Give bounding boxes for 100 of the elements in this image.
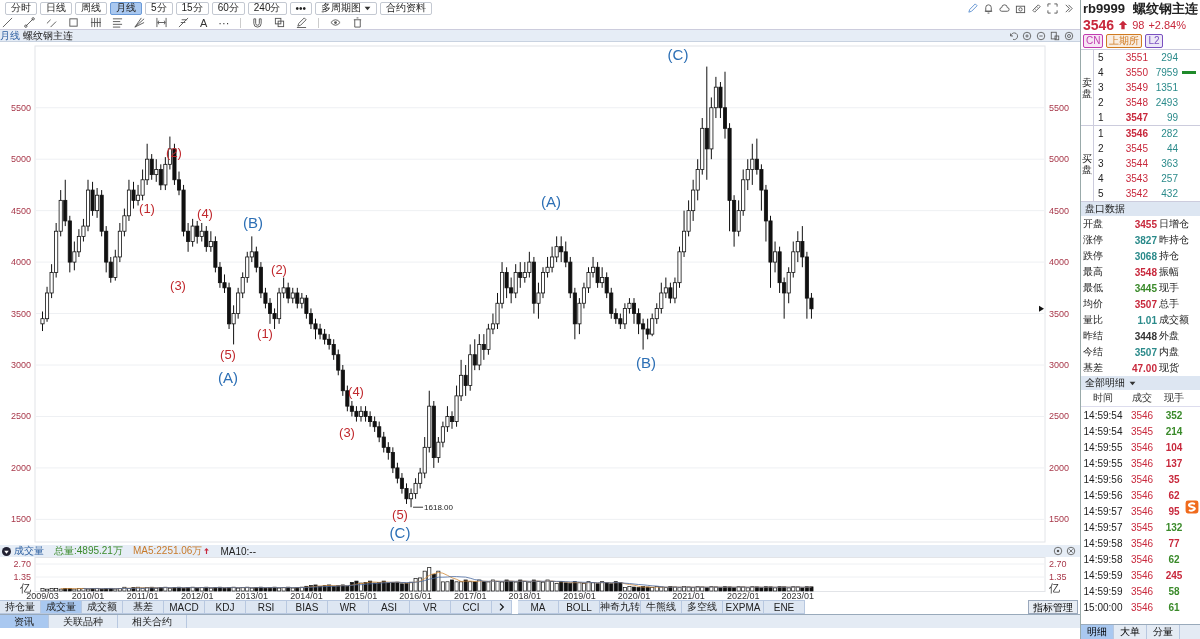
wave-label: (3) [339,425,355,440]
period-tab[interactable]: 240分 [247,1,287,15]
detail-tab[interactable]: 大单 [1114,625,1147,639]
axis-label: 3000 [10,360,31,370]
wave-label: (5) [220,347,236,362]
indicator-tab[interactable]: WR [328,600,369,614]
contract-name: 螺纹钢主连 [1132,0,1198,18]
overlay-tab[interactable]: BOLL [559,600,600,614]
segment-icon[interactable] [24,17,35,28]
indicator-tab[interactable]: 成交额 [82,600,123,614]
trade-time: 14:59:54 [1082,425,1124,437]
candlestick [659,282,664,315]
level-number: 2 [1098,97,1105,108]
tag-icon[interactable] [1031,2,1042,14]
bottom-tab[interactable]: 关联品种 [49,615,118,628]
bars-icon[interactable] [90,17,101,28]
pencil-icon[interactable] [296,17,308,28]
detail-tab[interactable]: 分量 [1147,625,1180,639]
more-tools[interactable]: ··· [218,16,230,29]
detail-tab[interactable]: 明细 [1081,625,1114,639]
contract-info-button[interactable]: 合约资料 [380,1,432,15]
caret-icon[interactable] [1129,379,1136,387]
indicator-tab[interactable]: CCI [451,600,492,614]
order-price: 3542 [1124,188,1148,199]
trash-icon[interactable] [352,17,364,28]
bell-icon[interactable] [983,2,994,14]
overlay-tab[interactable]: 神奇九转 [600,600,641,614]
up-arrow-icon [203,546,211,556]
stat-value: 3548 [1134,266,1157,278]
indicator-tab[interactable]: VR [410,600,451,614]
order-price: 3544 [1124,158,1148,169]
overlay-tab[interactable]: 牛熊线 [641,600,682,614]
axis-label: 1.35 [13,572,31,582]
stat-label: 现货 [1159,361,1180,375]
stat-label: 最低 [1083,281,1104,295]
overlay-tab[interactable]: EXPMA [723,600,764,614]
axis-label: 4000 [1049,257,1070,268]
period-dropdown[interactable]: 多周期图 [315,1,377,15]
ime-icon[interactable] [1185,500,1199,514]
period-tab[interactable]: 周线 [75,1,107,15]
bottom-tab[interactable]: 相关合约 [118,615,187,628]
fan-icon[interactable] [134,17,145,28]
close-icon[interactable] [1066,546,1076,556]
zoom-in-icon[interactable] [1022,30,1032,41]
axis-label: 2023/01 [781,591,815,600]
trade-volume: 61 [1168,601,1180,613]
zoom-out-icon[interactable] [1036,30,1046,41]
copy-icon[interactable] [274,17,286,28]
next-button[interactable] [492,600,512,614]
trade-volume: 137 [1165,457,1183,469]
volume-bar [1182,71,1196,74]
order-price: 3547 [1124,112,1148,123]
magnet-icon[interactable] [252,17,264,28]
total-volume: 总量:4895.21万 [54,544,123,558]
order-volume: 294 [1160,52,1178,63]
more-button[interactable]: ••• [289,1,312,15]
indicator-tab[interactable]: ASI [369,600,410,614]
level-number: 5 [1098,188,1105,199]
eye-icon[interactable] [330,17,342,28]
side-label: 买盘 [1082,152,1092,175]
period-tab[interactable]: 60分 [211,1,245,15]
levels-icon[interactable] [112,17,123,28]
cloud-icon[interactable] [999,2,1010,14]
period-tab[interactable]: 5分 [145,1,173,15]
indicator-name: 成交量 [14,544,44,558]
fullscreen-icon[interactable] [1047,2,1058,14]
text-tool[interactable]: A [200,16,208,29]
indicator-tab[interactable]: BIAS [287,600,328,614]
column-header: 时间 [1092,391,1114,405]
market-tag: CN [1083,34,1104,48]
period-tab[interactable]: 分时 [5,1,37,15]
trade-volume: 132 [1165,521,1183,533]
order-price: 3546 [1124,128,1148,139]
indicator-tab[interactable]: MACD [164,600,205,614]
range-icon[interactable] [156,17,167,28]
line-icon[interactable] [2,17,13,28]
settings-icon[interactable] [1064,30,1074,41]
rectangle-icon[interactable] [68,17,79,28]
indicator-tab[interactable]: 成交量 [41,600,82,614]
period-tab[interactable]: 15分 [175,1,209,15]
collapse-icon[interactable] [2,546,11,556]
period-tab[interactable]: 日线 [40,1,72,15]
overlay-tab[interactable]: ENE [764,600,805,614]
layers-icon[interactable] [1050,30,1060,41]
market-tag: 上期所 [1106,34,1143,48]
bottom-tab[interactable]: 资讯 [0,615,49,628]
indicator-tab[interactable]: 基差 [123,600,164,614]
indicator-tab[interactable]: KDJ [205,600,246,614]
overlay-tab[interactable]: 多空线 [682,600,723,614]
parallel-lines-icon[interactable] [46,17,57,28]
indicator-manage-button[interactable]: 指标管理 [1028,600,1078,614]
period-tab[interactable]: 月线 [110,1,142,15]
settings-icon[interactable] [1053,546,1063,556]
order-volume: 282 [1160,128,1178,139]
overlay-tab[interactable]: MA [518,600,559,614]
undo-icon[interactable] [1008,30,1018,41]
wave-label: (B) [243,214,263,231]
indicator-tab[interactable]: 持仓量 [0,600,41,614]
chevrons-icon[interactable] [1063,2,1074,14]
indicator-tab[interactable]: RSI [246,600,287,614]
